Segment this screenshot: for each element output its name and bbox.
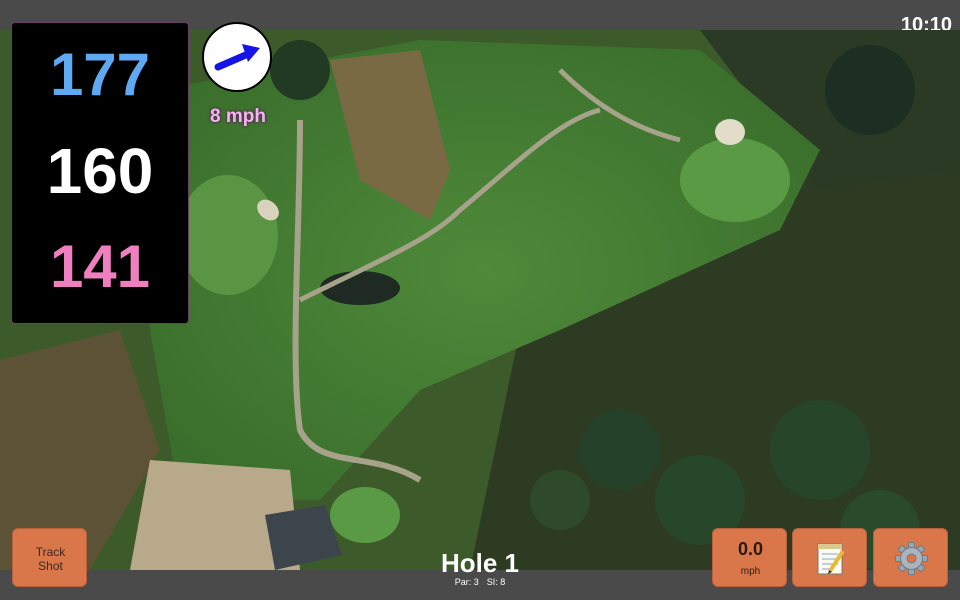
track-shot-button[interactable]: Track Shot	[12, 528, 87, 587]
wind-speed: 8 mph	[210, 106, 266, 127]
settings-button[interactable]	[873, 528, 948, 587]
notes-button[interactable]	[792, 528, 867, 587]
hole-stroke-index: SI: 8	[486, 577, 506, 587]
arrow-icon	[214, 44, 260, 71]
wind-direction-dial	[202, 22, 272, 92]
distance-panel: 177 160 141	[11, 22, 189, 324]
front-distance: 141	[49, 233, 151, 300]
hole-par: Par: 3	[454, 577, 479, 587]
speed-button[interactable]: 0.0 mph	[712, 528, 787, 587]
track-shot-label: Track Shot	[35, 545, 66, 573]
speed-unit: mph	[740, 566, 761, 577]
notepad-icon	[817, 543, 845, 575]
gear-icon	[895, 542, 928, 575]
speed-value: 0.0	[737, 539, 764, 559]
hole-details: Par: 3 SI: 8	[380, 577, 580, 587]
center-distance: 160	[46, 135, 154, 207]
hole-title: Hole 1	[440, 548, 520, 578]
back-distance: 177	[49, 41, 151, 108]
